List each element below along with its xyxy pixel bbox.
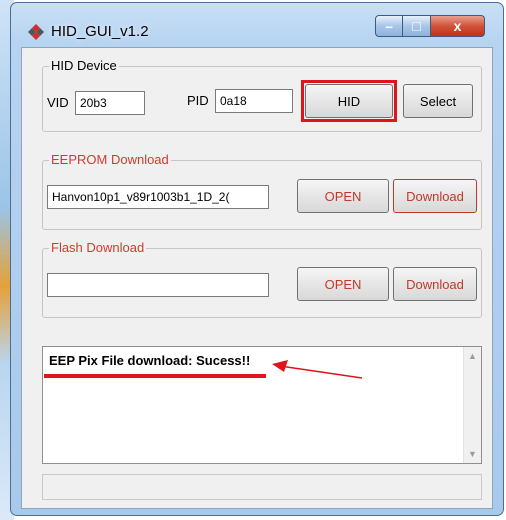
status-bar [42, 474, 482, 500]
log-output[interactable]: EEP Pix File download: Sucess!! ▲ ▼ [42, 346, 482, 464]
window-title: HID_GUI_v1.2 [51, 23, 149, 40]
hid-device-legend: HID Device [49, 58, 119, 74]
maximize-icon: □ [412, 18, 421, 34]
hid-device-group: HID Device VID 20b3 PID 0a18 HID Select [42, 58, 482, 132]
eeprom-open-button[interactable]: OPEN [297, 179, 389, 213]
app-logo-icon [28, 24, 44, 40]
vid-input[interactable]: 20b3 [75, 91, 145, 115]
flash-download-group: Flash Download OPEN Download [42, 240, 482, 318]
close-button[interactable]: x [431, 15, 485, 37]
hid-button-annotation-box [301, 80, 397, 122]
title-bar[interactable]: HID_GUI_v1.2 – □ x [11, 3, 503, 47]
eeprom-file-input[interactable]: Hanvon10p1_v89r1003b1_1D_2( [47, 185, 269, 209]
scroll-down-icon[interactable]: ▼ [468, 449, 477, 459]
eeprom-download-legend: EEPROM Download [49, 152, 171, 168]
vid-label: VID [47, 95, 69, 110]
close-icon: x [453, 18, 462, 34]
flash-download-button[interactable]: Download [393, 267, 477, 301]
eeprom-download-button[interactable]: Download [393, 179, 477, 213]
flash-open-button[interactable]: OPEN [297, 267, 389, 301]
app-window: HID_GUI_v1.2 – □ x HID Device VID 20b3 P… [10, 2, 504, 516]
scroll-up-icon[interactable]: ▲ [468, 351, 477, 361]
minimize-button[interactable]: – [375, 15, 403, 37]
eeprom-download-group: EEPROM Download Hanvon10p1_v89r1003b1_1D… [42, 152, 482, 230]
maximize-button[interactable]: □ [403, 15, 431, 37]
pid-label: PID [187, 93, 209, 108]
window-client-area: HID Device VID 20b3 PID 0a18 HID Select … [21, 47, 493, 509]
select-button[interactable]: Select [403, 84, 473, 118]
pid-input[interactable]: 0a18 [215, 89, 293, 113]
log-message: EEP Pix File download: Sucess!! [49, 353, 251, 368]
flash-download-legend: Flash Download [49, 240, 147, 256]
flash-file-input[interactable] [47, 273, 269, 297]
minimize-icon: – [385, 18, 393, 34]
log-scrollbar[interactable]: ▲ ▼ [463, 347, 481, 463]
